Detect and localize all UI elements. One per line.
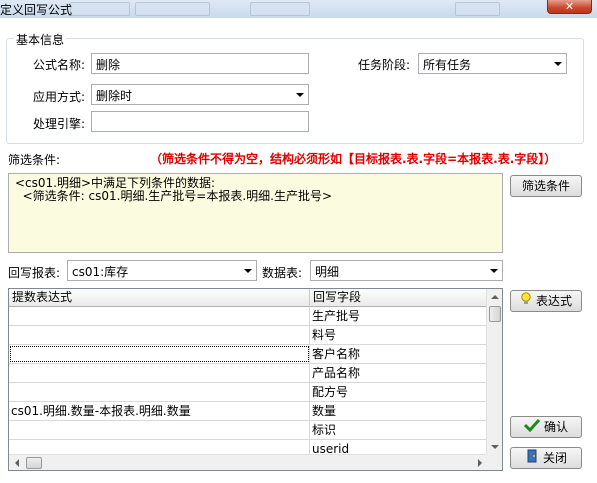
writeback-report-label: 回写报表: [8,266,61,280]
confirm-button[interactable]: 确认 [510,416,582,438]
close-button-label: 关闭 [542,451,567,465]
background-window-ghost [135,2,210,16]
close-button[interactable]: 关闭 [510,447,582,469]
field-cell[interactable]: 产品名称 [310,364,488,382]
task-stage-value: 所有任务 [423,58,472,72]
filter-hint: （筛选条件不得为空，结构必须形如【目标报表.表.字段=本报表.表.字段】） [150,152,557,166]
table-row[interactable]: 产品名称 [9,364,488,383]
task-stage-select[interactable]: 所有任务 [418,53,567,74]
background-window-ghost [70,2,130,16]
writeback-report-select[interactable]: cs01:库存 [67,260,257,281]
scroll-left-button[interactable] [9,455,25,470]
chevron-down-icon [490,269,498,273]
handler-label: 处理引擎: [33,117,86,131]
table-row[interactable]: 料号 [9,326,488,345]
expression-cell[interactable] [9,345,310,363]
expression-cell[interactable] [9,421,310,439]
data-table-label: 数据表: [262,266,303,280]
chevron-down-icon [554,62,562,66]
vertical-scroll-thumb[interactable] [489,306,501,322]
arrow-up-icon [491,295,499,299]
basic-info-legend: 基本信息 [14,31,67,48]
field-cell[interactable]: 生产批号 [310,307,488,325]
chevron-down-icon [244,269,252,273]
window-title: 定义回写公式 [0,3,73,17]
field-cell[interactable]: 配方号 [310,383,488,401]
column-header-expression[interactable]: 提数表达式 [9,289,310,307]
apply-mode-value: 删除时 [96,89,133,103]
scroll-up-button[interactable] [487,289,502,305]
table-row[interactable]: 配方号 [9,383,488,402]
expression-button-label: 表达式 [535,294,572,308]
data-table-select[interactable]: 明细 [310,260,503,281]
horizontal-scrollbar[interactable] [9,454,488,470]
filter-label: 筛选条件: [8,153,61,167]
task-stage-label: 任务阶段: [358,58,411,72]
table-row[interactable]: 标识 [9,421,488,440]
writeback-report-value: cs01:库存 [72,265,129,279]
arrow-down-icon [491,445,499,449]
lightbulb-icon [520,291,532,312]
formula-grid[interactable]: 提数表达式 回写字段 生产批号 料号 客户名称 产品名称 配方号 cs01.明细… [8,288,503,471]
scroll-down-button[interactable] [487,439,502,455]
arrow-right-icon [478,459,482,467]
data-table-value: 明细 [315,265,340,279]
chevron-down-icon [296,93,304,97]
expression-cell[interactable]: cs01.明细.数量-本报表.明细.数量 [9,402,310,420]
close-icon: ✕ [564,0,575,13]
grid-header: 提数表达式 回写字段 [9,289,488,307]
handler-input[interactable] [91,111,309,132]
background-window-ghost [250,2,310,16]
field-cell[interactable]: 客户名称 [310,345,488,363]
column-header-field[interactable]: 回写字段 [310,289,488,307]
scrollbar-corner [486,454,502,470]
expression-cell[interactable] [9,326,310,344]
horizontal-scroll-thumb[interactable] [26,457,42,469]
formula-name-input[interactable]: 删除 [91,53,309,74]
confirm-button-label: 确认 [543,420,568,434]
field-cell[interactable]: 料号 [310,326,488,344]
arrow-left-icon [15,459,19,467]
door-exit-icon [525,449,539,469]
apply-mode-select[interactable]: 删除时 [91,84,309,105]
table-row[interactable]: 客户名称 [9,345,488,364]
background-window-ghost [455,2,500,16]
apply-mode-label: 应用方式: [33,90,86,104]
checkmark-icon [523,418,541,438]
vertical-scrollbar[interactable] [486,289,502,455]
expression-button[interactable]: 表达式 [510,290,582,312]
expression-cell[interactable] [9,307,310,325]
expression-cell[interactable] [9,383,310,401]
expression-cell[interactable] [9,364,310,382]
field-cell[interactable]: 标识 [310,421,488,439]
filter-condition-button[interactable]: 筛选条件 [510,175,582,197]
table-row[interactable]: 生产批号 [9,307,488,326]
table-row[interactable]: cs01.明细.数量-本报表.明细.数量 数量 [9,402,488,421]
field-cell[interactable]: 数量 [310,402,488,420]
formula-name-label: 公式名称: [33,58,86,72]
window-close-button[interactable]: ✕ [547,0,592,14]
title-bar: 定义回写公式 ✕ [0,0,597,18]
filter-text-area[interactable]: <cs01.明细>中满足下列条件的数据: <筛选条件: cs01.明细.生产批号… [8,173,503,253]
